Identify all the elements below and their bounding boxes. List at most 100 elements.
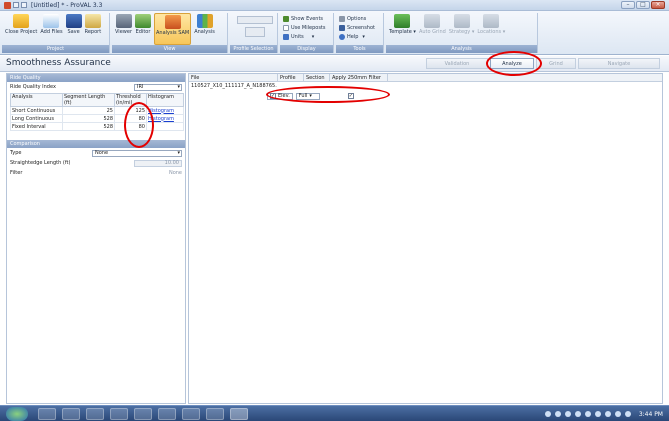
taskbar-app-icon[interactable] [206,408,224,420]
profile-selector-icon[interactable] [237,16,273,24]
add-files-icon [43,14,60,28]
chevron-down-icon: ▾ [311,33,315,40]
taskbar-app-icon[interactable] [38,408,56,420]
ride-quality-index-row: Ride Quality Index IRI ▾ [10,83,182,91]
taskbar-app-icon[interactable] [86,408,104,420]
show-events-toggle[interactable]: Show Events [283,15,326,22]
report-icon [84,14,101,28]
apply-filter-checkbox[interactable]: ✓ [347,93,354,99]
section-select[interactable]: Full ▾ [295,92,320,100]
taskbar-app-icon[interactable] [110,408,128,420]
tray-icon[interactable] [584,411,591,417]
tray-icon[interactable] [564,411,571,417]
window-controls: – □ × [621,1,665,9]
app-icon [4,1,11,9]
page-header: Smoothness Assurance Validation Analyze … [0,56,669,72]
analysis-sam-button[interactable]: Analysis SAM [154,13,192,45]
table-row: Fixed Interval 528 80 [10,122,184,131]
checkbox-icon [283,24,289,31]
tray-icon[interactable] [594,411,601,417]
tray-icon[interactable] [614,411,621,417]
close-project-button[interactable]: Close Project [5,13,37,45]
filter-row: Filter None [10,170,182,176]
threshold-cell[interactable]: 80 [114,122,147,131]
histogram-link[interactable]: Histogram [148,108,174,114]
files-panel: File Profile Section Apply 250mm Filter … [188,73,663,404]
step-navigate[interactable]: Navigate [578,58,660,69]
use-mileposts-toggle[interactable]: Use Mileposts [283,24,326,31]
taskbar-app-icon[interactable] [62,408,80,420]
clock: 3:44 PM [638,410,663,418]
profile-selector-small-icon[interactable] [245,27,265,37]
ribbon-group-display: Show Events Use Mileposts Units ▾ Displa… [280,13,334,53]
options-button[interactable]: Options [339,15,375,22]
save-button[interactable]: Save [65,13,82,45]
folder-icon [13,14,30,28]
help-button[interactable]: Help ▾ [339,33,375,40]
tray-icon[interactable] [624,411,631,417]
locations-icon [483,14,500,28]
tray-icon[interactable] [574,411,581,417]
threshold-cell[interactable]: 80 [114,114,147,123]
maximize-button[interactable]: □ [636,1,650,9]
minimize-button[interactable]: – [621,1,635,9]
editor-icon [135,14,151,28]
ride-quality-header: Ride Quality [7,74,185,82]
units-icon [283,33,289,40]
taskbar: 3:44 PM [0,405,669,421]
straightedge-length-input[interactable]: 10.00 [134,159,182,167]
analysis-button[interactable]: Analysis [194,13,215,45]
tray-icon[interactable] [604,411,611,417]
quick-access-icon[interactable] [13,2,19,8]
step-validation[interactable]: Validation [426,58,488,69]
table-row[interactable]: 110527_X10_111117_A_N188765. [189,82,662,91]
ribbon-group-project: Close Project Add Files Save Report Proj… [2,13,110,53]
taskbar-app-icon[interactable] [182,408,200,420]
add-files-button[interactable]: Add Files [40,13,63,45]
camera-icon [339,24,345,31]
page-title: Smoothness Assurance [6,58,111,68]
start-button[interactable] [6,407,28,421]
taskbar-app-icon[interactable] [158,408,176,420]
close-window-button[interactable]: × [651,1,665,9]
check-icon: ✓ [270,93,276,99]
check-icon [283,15,289,22]
window-title: [Untitled] * - ProVAL 3.3 [31,1,103,9]
ride-quality-table: Analysis Segment Length (ft) Threshold (… [10,93,184,131]
strategy-icon [453,14,470,28]
profile-select[interactable]: ✓ Elev. [267,92,293,100]
tray-icon[interactable] [544,411,551,417]
step-grind[interactable]: Grind [536,58,576,69]
help-icon [339,33,345,40]
taskbar-app-icon[interactable] [134,408,152,420]
screenshot-button[interactable]: Screenshot [339,24,375,31]
histogram-link[interactable]: Histogram [148,116,174,122]
filter-value: None [168,170,182,176]
threshold-cell[interactable]: 125 [114,106,147,115]
comparison-header: Comparison [7,140,185,148]
viewer-icon [115,14,132,28]
quick-access-dropdown-icon[interactable] [21,2,27,8]
report-button[interactable]: Report [84,13,101,45]
settings-panel: Ride Quality Ride Quality Index IRI ▾ An… [6,73,186,404]
auto-grind-button[interactable]: Auto Grind [419,13,446,45]
locations-button[interactable]: Locations ▾ [477,13,505,45]
viewer-button[interactable]: Viewer [115,13,132,45]
template-button[interactable]: Template ▾ [389,13,416,45]
ride-quality-index-select[interactable]: IRI ▾ [134,83,182,91]
comparison-type-select[interactable]: None ▾ [92,149,182,157]
ribbon-group-tools: Options Screenshot Help ▾ Tools [336,13,384,53]
save-icon [65,14,82,28]
table-row: Long Continuous 528 80 Histogram [10,114,184,123]
editor-button[interactable]: Editor [135,13,151,45]
step-analyze[interactable]: Analyze [490,58,534,69]
system-tray: 3:44 PM [479,406,669,421]
tray-icon[interactable] [554,411,561,417]
chevron-down-icon: ▾ [177,83,180,90]
chevron-down-icon: ▾ [177,149,180,156]
taskbar-app-icon[interactable] [230,408,248,420]
title-bar: [Untitled] * - ProVAL 3.3 – □ × [0,0,669,11]
bar-chart-icon [196,14,213,28]
strategy-button[interactable]: Strategy ▾ [449,13,474,45]
units-dropdown[interactable]: Units ▾ [283,33,326,40]
